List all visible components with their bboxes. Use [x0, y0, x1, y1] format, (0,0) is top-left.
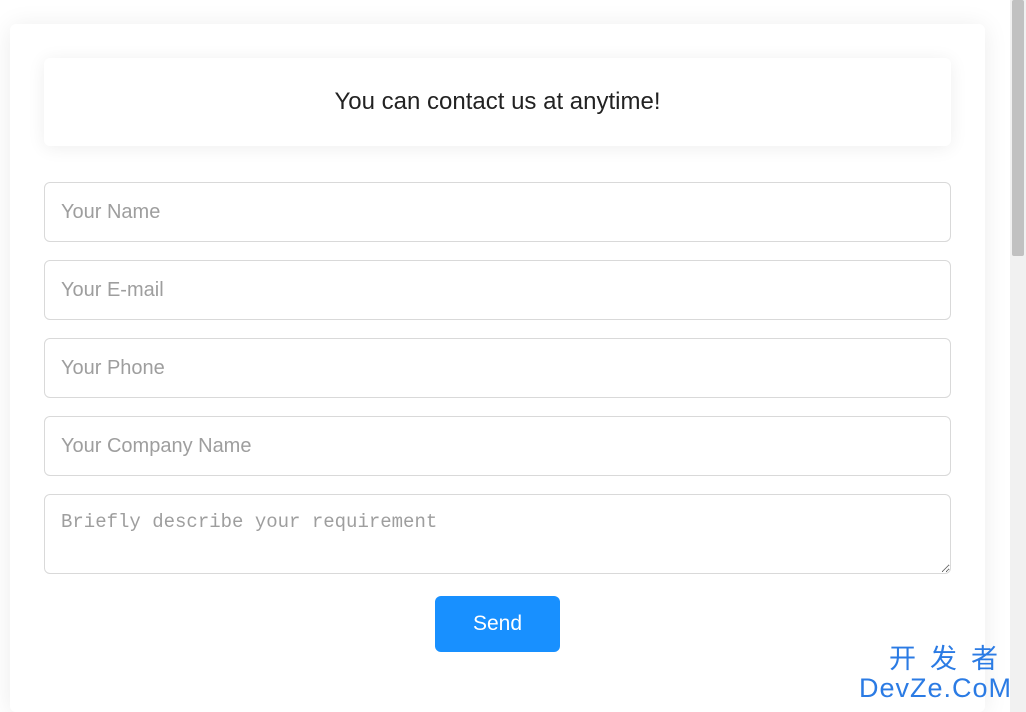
page-wrap: You can contact us at anytime! Send 开发者 …: [0, 0, 1026, 712]
send-button[interactable]: Send: [435, 596, 560, 652]
contact-card: You can contact us at anytime! Send: [10, 24, 985, 712]
phone-input[interactable]: [44, 338, 951, 398]
form-header: You can contact us at anytime!: [44, 58, 951, 146]
scrollbar-thumb[interactable]: [1012, 0, 1024, 256]
name-input[interactable]: [44, 182, 951, 242]
email-input[interactable]: [44, 260, 951, 320]
message-textarea[interactable]: [44, 494, 951, 574]
submit-row: Send: [44, 596, 951, 652]
vertical-scrollbar[interactable]: [1010, 0, 1026, 712]
company-input[interactable]: [44, 416, 951, 476]
form-heading: You can contact us at anytime!: [54, 88, 941, 116]
